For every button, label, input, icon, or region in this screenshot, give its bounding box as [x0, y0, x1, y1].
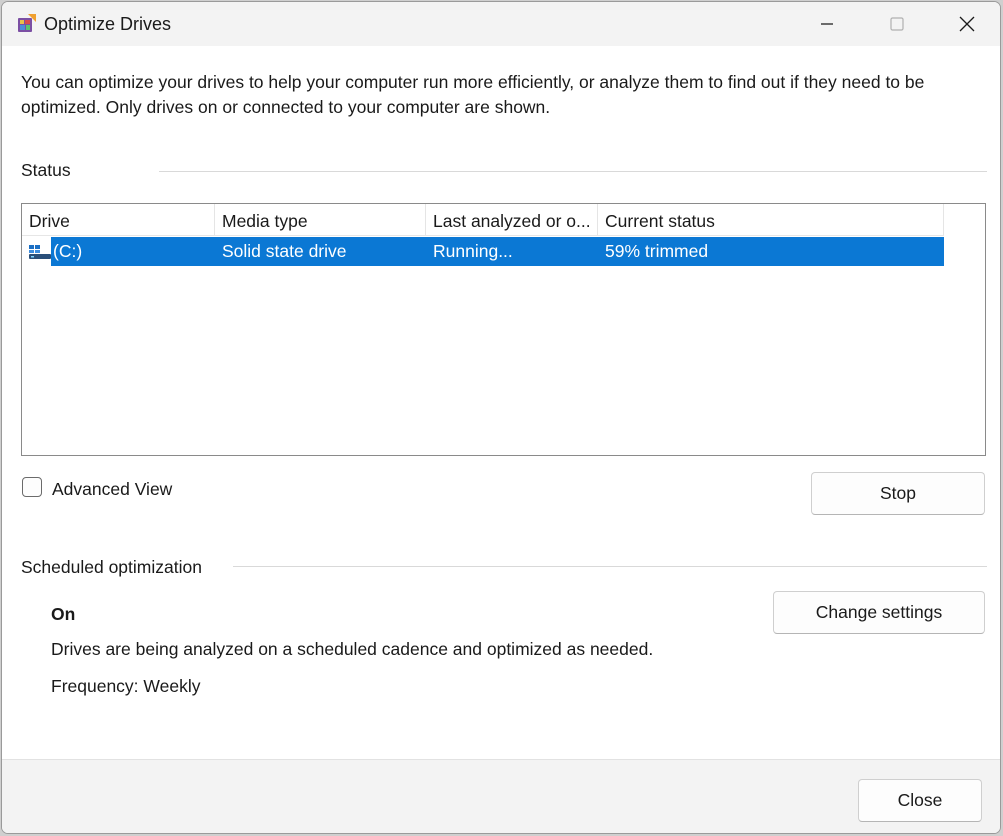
drive-current-status: 59% trimmed [605, 241, 709, 261]
advanced-view-checkbox[interactable] [22, 477, 42, 497]
schedule-description: Drives are being analyzed on a scheduled… [51, 639, 654, 659]
scheduled-divider [233, 566, 987, 567]
drive-name: (C:) [53, 241, 83, 261]
stop-button[interactable]: Stop [811, 472, 985, 515]
minimize-button[interactable] [792, 2, 862, 46]
advanced-view-label[interactable]: Advanced View [52, 478, 172, 500]
intro-text: You can optimize your drives to help you… [21, 72, 925, 117]
minimize-icon [821, 23, 833, 25]
title-bar[interactable]: Optimize Drives [2, 2, 1000, 46]
maximize-button[interactable] [862, 2, 932, 46]
column-header-current-status[interactable]: Current status [598, 204, 944, 236]
optimize-drives-window: Optimize Drives You can optimize your dr… [1, 1, 1001, 834]
column-header-drive[interactable]: Drive [22, 204, 215, 236]
status-divider [159, 171, 987, 172]
column-header-last-analyzed[interactable]: Last analyzed or o... [426, 204, 598, 236]
scheduled-section-label: Scheduled optimization [21, 557, 202, 577]
drive-row[interactable]: (C:) Solid state drive Running... 59% tr… [22, 237, 944, 266]
drive-media-type: Solid state drive [222, 241, 347, 261]
close-button[interactable]: Close [858, 779, 982, 822]
maximize-icon [890, 17, 904, 31]
dialog-footer: Close [2, 759, 1000, 833]
schedule-frequency: Frequency: Weekly [51, 676, 201, 696]
close-icon [959, 16, 975, 32]
column-header-media-type[interactable]: Media type [215, 204, 426, 236]
ssd-drive-icon [29, 245, 51, 259]
close-window-button[interactable] [932, 2, 1000, 46]
schedule-status: On [51, 604, 76, 624]
status-section-label: Status [21, 160, 71, 180]
drive-list-header: Drive Media type Last analyzed or o... C… [22, 204, 944, 236]
window-title: Optimize Drives [44, 14, 172, 34]
optimize-drives-icon [18, 14, 36, 32]
change-settings-button[interactable]: Change settings [773, 591, 985, 634]
drive-last-analyzed: Running... [433, 241, 513, 261]
drive-list[interactable]: Drive Media type Last analyzed or o... C… [21, 203, 986, 456]
